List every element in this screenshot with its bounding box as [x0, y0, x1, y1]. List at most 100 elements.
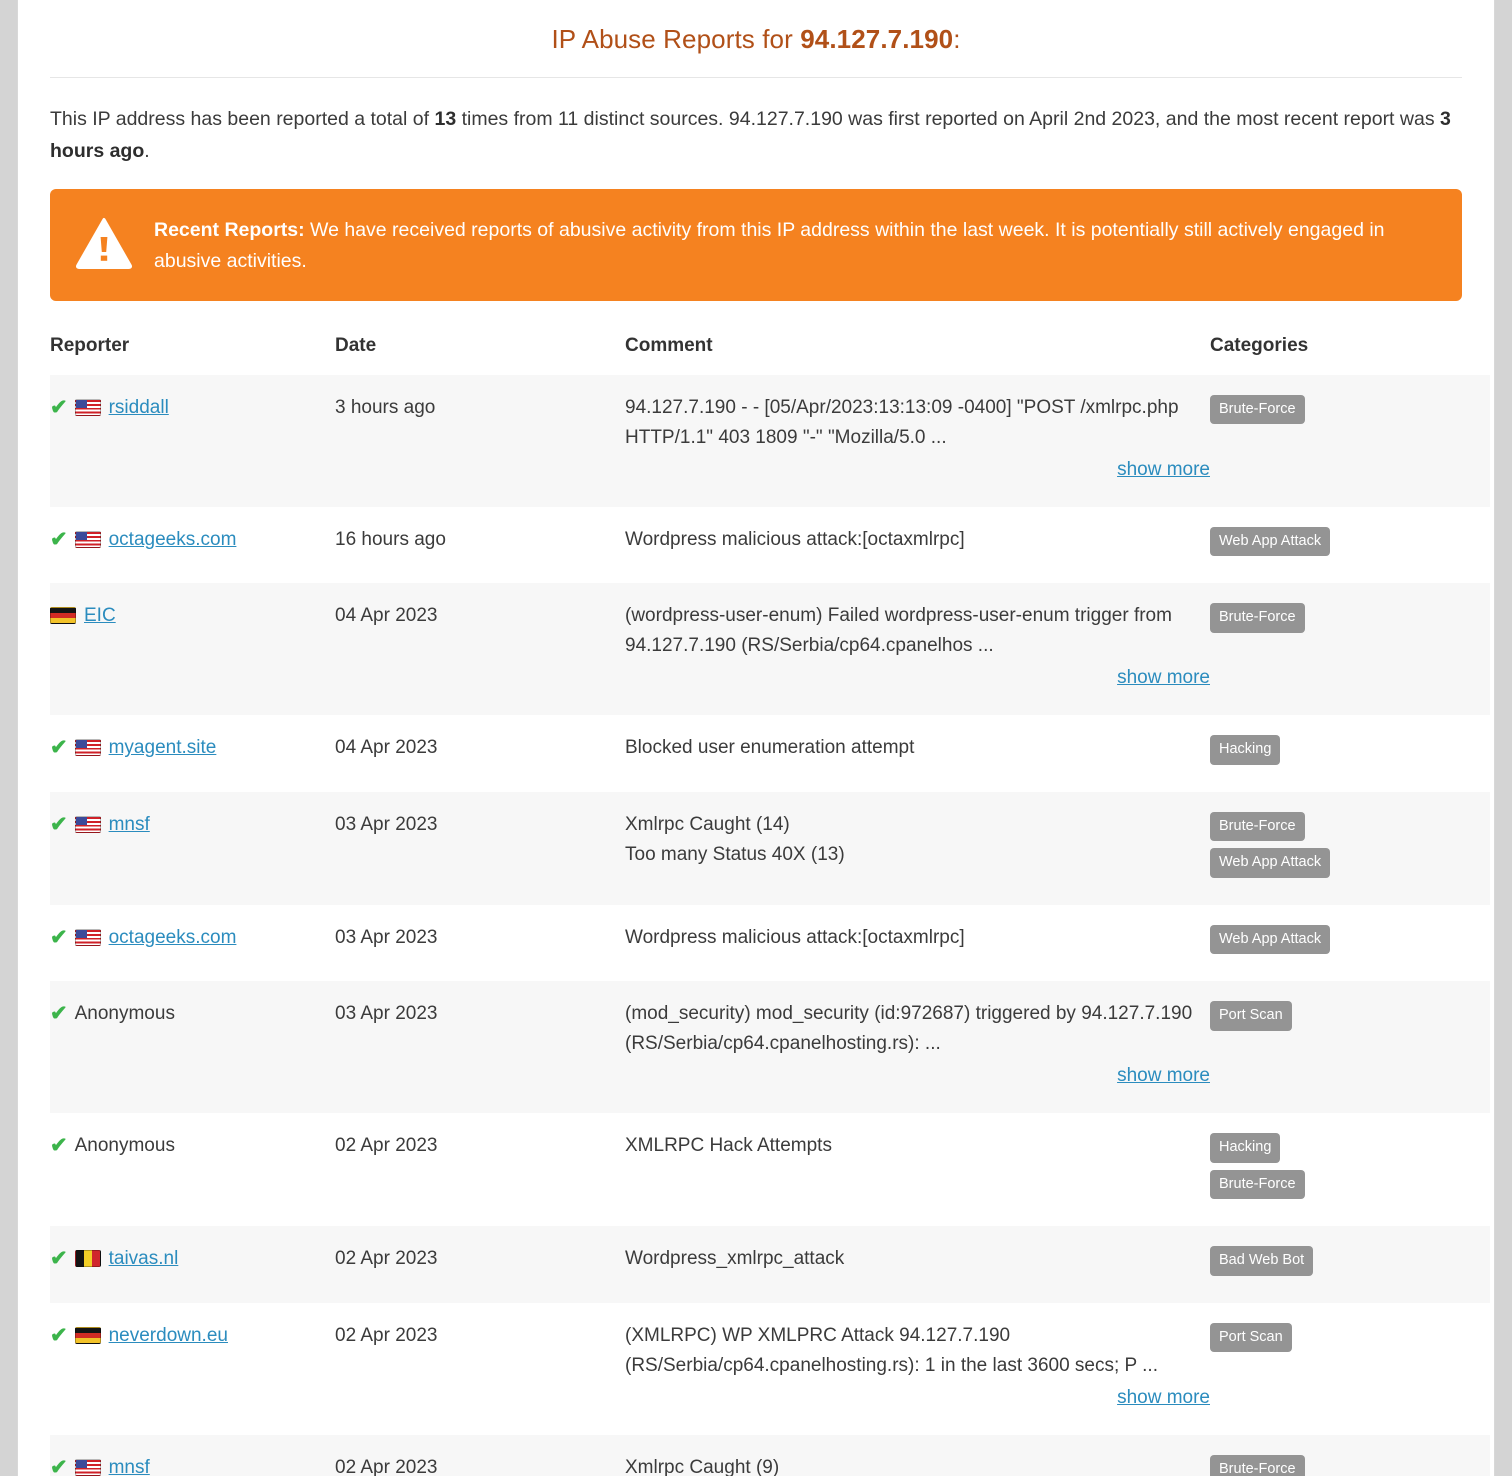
category-badge-group: Hacking Brute-Force [1210, 1131, 1305, 1204]
cell-date: 02 Apr 2023 [335, 1456, 438, 1476]
category-badge-group: Web App Attack [1210, 923, 1331, 960]
show-more-wrapper: show more [625, 1061, 1210, 1091]
cell-comment: Wordpress_xmlrpc_attack [625, 1226, 1210, 1303]
reporter-link[interactable]: octageeks.com [109, 927, 237, 948]
category-badge-group: Bad Web Bot [1210, 1244, 1314, 1281]
title-divider [50, 77, 1462, 78]
cell-categories: Port Scan [1210, 981, 1490, 1113]
flag-de-icon [50, 607, 76, 625]
category-badge-row: Port Scan [1210, 999, 1292, 1036]
table-row: ✔ myagent.site 04 Apr 2023 Blocked user enu… [50, 715, 1490, 792]
cell-comment: Xmlrpc Caught (14) Too many Status 40X (1… [625, 792, 1210, 905]
cell-date: 16 hours ago [335, 528, 446, 550]
category-badge-row: Web App Attack [1210, 846, 1331, 883]
category-badge: Brute-Force [1210, 603, 1305, 633]
category-badge-group: Brute-Force [1210, 393, 1305, 430]
summary-part-1: This IP address has been reported a tota… [50, 108, 435, 130]
show-more-link[interactable]: show more [1117, 459, 1210, 480]
summary-part-2: times from 11 distinct sources. 94.127.7… [456, 108, 1440, 130]
table-row: ✔ octageeks.com 16 hours ago Wordpress mali… [50, 507, 1490, 584]
verified-check-icon: ✔ [50, 1323, 68, 1347]
table-header-row: Reporter Date Comment Categories [50, 335, 1490, 375]
cell-categories: Brute-Force Web App Attack [1210, 792, 1490, 905]
verified-check-icon: ✔ [50, 395, 68, 419]
verified-check-icon: ✔ [50, 925, 68, 949]
comment-text: Blocked user enumeration attempt [625, 737, 915, 759]
category-badge: Brute-Force [1210, 1454, 1305, 1476]
comment-text: Xmlrpc Caught (14) Too many Status 40X (1… [625, 813, 845, 865]
recent-reports-alert: Recent Reports: We have received reports… [50, 189, 1462, 301]
flag-us-icon [74, 815, 101, 833]
page-title-prefix: IP Abuse Reports for [551, 24, 801, 54]
comment-text: (mod_security) mod_security (id:972687) … [625, 1003, 1193, 1055]
cell-date: 03 Apr 2023 [335, 1003, 438, 1025]
reporter-name: Anonymous [74, 1135, 175, 1157]
cell-date: 3 hours ago [335, 396, 436, 418]
category-badge-row: Web App Attack [1210, 923, 1331, 960]
warning-triangle-icon [76, 217, 132, 270]
cell-categories: Web App Attack [1210, 507, 1490, 584]
page-title-suffix: : [953, 24, 961, 54]
category-badge-row: Brute-Force [1210, 601, 1305, 638]
flag-us-icon [74, 928, 101, 946]
reporter-link[interactable]: EIC [84, 605, 116, 626]
cell-reporter: ✔ taivas.nl [50, 1226, 335, 1303]
alert-body: We have received reports of abusive acti… [154, 219, 1385, 272]
category-badge: Brute-Force [1210, 811, 1305, 842]
flag-us-icon [74, 530, 101, 548]
category-badge-row: Brute-Force [1210, 1168, 1305, 1205]
column-header-reporter: Reporter [50, 334, 130, 356]
flag-us-icon [74, 739, 101, 757]
table-row: ✔ rsiddall 3 hours ago 94.127.7.190 - - [05… [50, 374, 1490, 507]
category-badge-group: Hacking [1210, 733, 1281, 770]
reporter-link[interactable]: octageeks.com [109, 529, 237, 550]
cell-comment: (mod_security) mod_security (id:972687) … [625, 981, 1210, 1113]
category-badge: Web App Attack [1210, 924, 1331, 955]
category-badge: Port Scan [1210, 1322, 1292, 1353]
category-badge-row: Hacking [1210, 1131, 1305, 1168]
verified-check-icon: ✔ [50, 1455, 68, 1476]
cell-categories: Brute-ForceWeb App Attack [1210, 1435, 1490, 1476]
comment-text: Wordpress malicious attack:[octaxmlrpc] [625, 926, 965, 948]
show-more-wrapper: show more [625, 455, 1210, 485]
category-badge-row: Brute-Force [1210, 1453, 1330, 1476]
cell-reporter: ✔ myagent.site [50, 715, 335, 792]
table-row: EIC 04 Apr 2023 (wordpress-user-enum) Fail… [50, 583, 1490, 716]
show-more-link[interactable]: show more [1117, 667, 1210, 688]
reporter-name: Anonymous [74, 1003, 175, 1025]
reporter-link[interactable]: neverdown.eu [109, 1325, 228, 1346]
cell-categories: Port Scan [1210, 1303, 1490, 1435]
reporter-link[interactable]: rsiddall [109, 397, 169, 418]
reporter-link[interactable]: taivas.nl [109, 1248, 179, 1269]
show-more-link[interactable]: show more [1117, 1387, 1210, 1408]
category-badge-row: Brute-Force [1210, 810, 1330, 847]
table-row: ✔ Anonymous 02 Apr 2023 XMLRPC Hack Attempt… [50, 1113, 1490, 1226]
cell-reporter: EIC [50, 583, 335, 715]
comment-text: (XMLRPC) WP XMLPRC Attack 94.127.7.190 (… [625, 1324, 1158, 1376]
category-badge-group: Brute-ForceWeb App Attack [1210, 1453, 1330, 1476]
reporter-link[interactable]: mnsf [109, 1457, 150, 1476]
category-badge-row: Brute-Force [1210, 393, 1305, 430]
cell-comment: Blocked user enumeration attempt [625, 715, 1210, 792]
category-badge: Hacking [1210, 735, 1281, 765]
cell-date: 03 Apr 2023 [335, 926, 438, 948]
cell-comment: 94.127.7.190 - - [05/Apr/2023:13:13:09 -… [625, 375, 1210, 507]
cell-categories: Web App Attack [1210, 905, 1490, 982]
cell-reporter: ✔ mnsf [50, 1435, 335, 1476]
reporter-link[interactable]: mnsf [109, 814, 150, 835]
table-row: ✔ octageeks.com 03 Apr 2023 Wordpress malic… [50, 905, 1490, 982]
cell-categories: Brute-Force [1210, 583, 1490, 715]
cell-comment: Wordpress malicious attack:[octaxmlrpc] [625, 507, 1210, 584]
comment-text: 94.127.7.190 - - [05/Apr/2023:13:13:09 -… [625, 396, 1179, 448]
category-badge-group: Port Scan [1210, 1321, 1292, 1358]
category-badge: Web App Attack [1210, 848, 1331, 878]
table-row: ✔ neverdown.eu 02 Apr 2023 (XMLRPC) WP XMLP… [50, 1303, 1490, 1435]
reporter-link[interactable]: myagent.site [109, 737, 217, 758]
cell-reporter: ✔ Anonymous [50, 981, 335, 1113]
cell-comment: (wordpress-user-enum) Failed wordpress-u… [625, 583, 1210, 715]
category-badge: Hacking [1210, 1133, 1281, 1163]
show-more-link[interactable]: show more [1117, 1065, 1210, 1086]
cell-comment: (XMLRPC) WP XMLPRC Attack 94.127.7.190 (… [625, 1303, 1210, 1435]
alert-label: Recent Reports: [154, 219, 305, 242]
flag-de-icon [74, 1326, 101, 1344]
